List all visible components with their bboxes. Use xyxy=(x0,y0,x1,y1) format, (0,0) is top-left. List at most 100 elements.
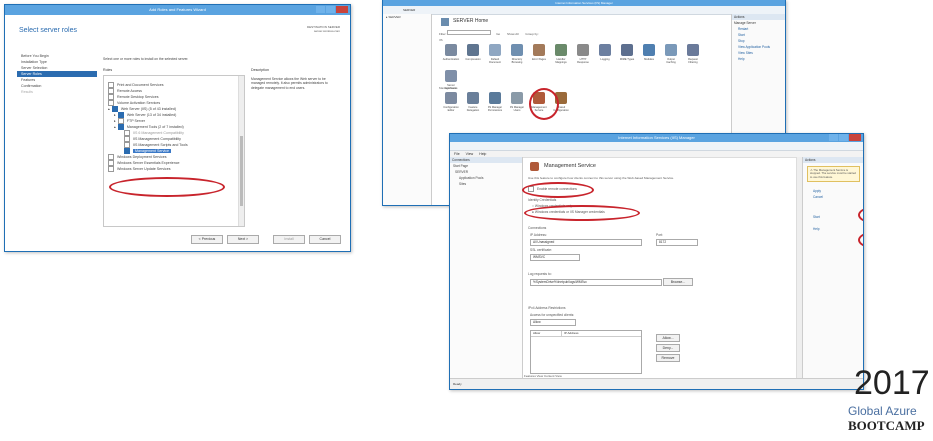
configuration-editor-icon[interactable] xyxy=(445,92,457,104)
badge-year: 2017 xyxy=(854,364,930,402)
highlight-oval xyxy=(524,205,640,221)
feature-label: Logging xyxy=(600,58,610,61)
iis-address: SERVER xyxy=(403,8,416,12)
role-checkbox[interactable] xyxy=(108,166,114,173)
log-path-field[interactable]: %SystemDrive%\Inetpub\logs\WMSvc xyxy=(530,279,662,286)
expand-icon[interactable]: ▴ xyxy=(114,125,116,129)
expand-icon[interactable]: ▸ xyxy=(114,113,116,117)
directory-browsing-icon[interactable] xyxy=(511,44,523,56)
action-help[interactable]: Help xyxy=(803,226,863,232)
ip-address-field[interactable]: All Unassigned xyxy=(530,239,642,246)
handler-mappings-icon[interactable] xyxy=(555,44,567,56)
iis-show-all[interactable]: Show All xyxy=(507,32,519,36)
iis-title: Internet Information Services (IIS) Mana… xyxy=(555,1,613,5)
mgmt-page-desc: Use this feature to configure how client… xyxy=(528,176,675,180)
install-button[interactable]: Install xyxy=(273,235,305,244)
ssl-certificate-select[interactable]: WMSVC xyxy=(530,254,580,261)
roles-list: Print and Document Services Remote Acces… xyxy=(103,75,245,227)
mgmt-page-title: Management Service xyxy=(544,163,596,169)
output-caching-icon[interactable] xyxy=(665,44,677,56)
iis-filter-input[interactable] xyxy=(447,30,492,35)
maximize-icon[interactable] xyxy=(839,134,848,141)
wizard-nav: Before You Begin Installation Type Serve… xyxy=(17,53,97,95)
mgmt-connections-pane: Connections Start Page SERVER Applicatio… xyxy=(450,157,523,379)
col-allow[interactable]: Allow xyxy=(531,331,562,336)
mgmt-address-bar[interactable] xyxy=(450,142,863,151)
mgmt-title: Internet Information Services (IIS) Mana… xyxy=(618,135,695,140)
iis-page-icon xyxy=(441,18,449,26)
status-bar: Ready xyxy=(450,378,863,389)
connections-section-header: Connections xyxy=(528,226,547,230)
wizard-title: Add Roles and Features Wizard xyxy=(149,7,206,12)
authentication-icon[interactable] xyxy=(445,44,457,56)
error-pages-icon[interactable] xyxy=(533,44,545,56)
server-certificates-icon[interactable] xyxy=(445,70,457,82)
feature-delegation-icon[interactable] xyxy=(467,92,479,104)
feature-label: Authentication xyxy=(442,58,460,61)
remove-button[interactable]: Remove xyxy=(656,354,680,362)
col-ip-address[interactable]: IP Address xyxy=(562,331,578,336)
maximize-icon[interactable] xyxy=(326,6,335,13)
feature-label: IIS Manager Users xyxy=(509,106,525,112)
close-icon[interactable] xyxy=(849,134,861,141)
access-label: Access for unspecified clients: xyxy=(530,313,575,317)
deny-button[interactable]: Deny... xyxy=(656,344,680,352)
wizard-destination: DESTINATION SERVER server.contoso.com xyxy=(306,25,340,33)
add-roles-wizard-window: Add Roles and Features Wizard Select ser… xyxy=(4,4,351,252)
highlight-oval xyxy=(522,182,594,198)
feature-label: Modules xyxy=(644,58,654,61)
feature-label: Request Filtering xyxy=(688,58,698,64)
role-item[interactable]: Windows Server Update Services xyxy=(108,166,188,173)
modules-icon[interactable] xyxy=(643,44,655,56)
iis-connections-pane: ▸ SERVER xyxy=(383,14,432,205)
iis-tree-item[interactable]: ▸ SERVER xyxy=(383,14,431,20)
close-icon[interactable] xyxy=(336,6,348,13)
feature-label: Configuration Editor xyxy=(443,106,459,112)
identity-header: Identity Credentials xyxy=(528,198,557,202)
iis-manager-users-icon[interactable] xyxy=(511,92,523,104)
action-cancel[interactable]: Cancel xyxy=(803,194,863,200)
request-filtering-icon[interactable] xyxy=(687,44,699,56)
allow-button[interactable]: Allow... xyxy=(656,334,680,342)
feature-label: Feature Delegation xyxy=(466,106,480,112)
browse-button[interactable]: Browse... xyxy=(663,278,693,286)
feature-label: Directory Browsing xyxy=(511,58,523,64)
role-checkbox[interactable] xyxy=(117,124,124,131)
iis-manager-permissions-icon[interactable] xyxy=(489,92,501,104)
port-field[interactable]: 8172 xyxy=(656,239,698,246)
feature-label: Error Pages xyxy=(532,58,546,61)
expand-icon[interactable]: ▴ xyxy=(108,107,110,111)
minimize-icon[interactable] xyxy=(316,6,325,13)
expand-icon[interactable]: ▸ xyxy=(114,119,116,123)
mime-types-icon[interactable] xyxy=(621,44,633,56)
default-document-icon[interactable] xyxy=(489,44,501,56)
port-label: Port: xyxy=(656,233,663,237)
next-button[interactable]: Next > xyxy=(227,235,259,244)
mgmt-titlebar[interactable]: Internet Information Services (IIS) Mana… xyxy=(450,134,863,142)
ip-restrictions-table: Allow IP Address xyxy=(530,330,642,374)
roles-scrollbar[interactable] xyxy=(238,76,244,226)
ip-address-label: IP Address: xyxy=(530,233,547,237)
scroll-thumb[interactable] xyxy=(240,136,243,206)
feature-label: Output Caching xyxy=(666,58,676,64)
log-requests-checkbox[interactable]: Log requests to: xyxy=(528,272,552,276)
wizard-titlebar[interactable]: Add Roles and Features Wizard xyxy=(5,5,350,15)
description-text: Management Service allows the Web server… xyxy=(251,77,328,90)
http-response-icon[interactable] xyxy=(577,44,589,56)
iis-titlebar[interactable]: Internet Information Services (IIS) Mana… xyxy=(383,0,785,6)
iis-address-bar[interactable]: SERVER xyxy=(383,6,785,15)
minimize-icon[interactable] xyxy=(829,134,838,141)
action-help[interactable]: Help xyxy=(732,56,785,62)
logging-icon[interactable] xyxy=(599,44,611,56)
previous-button[interactable]: < Previous xyxy=(191,235,223,244)
feature-label: Compression xyxy=(465,58,481,61)
feature-label: IIS Manager Permissions xyxy=(487,106,503,112)
iis-go-button[interactable]: Go xyxy=(496,32,500,36)
action-start[interactable]: Start xyxy=(803,214,863,220)
highlight-oval xyxy=(529,88,559,120)
compression-icon[interactable] xyxy=(467,44,479,56)
cancel-button[interactable]: Cancel xyxy=(309,235,341,244)
tree-item[interactable]: Sites xyxy=(450,181,522,187)
badge-line1: Global Azure xyxy=(848,404,917,418)
access-select[interactable]: Allow xyxy=(530,319,576,326)
